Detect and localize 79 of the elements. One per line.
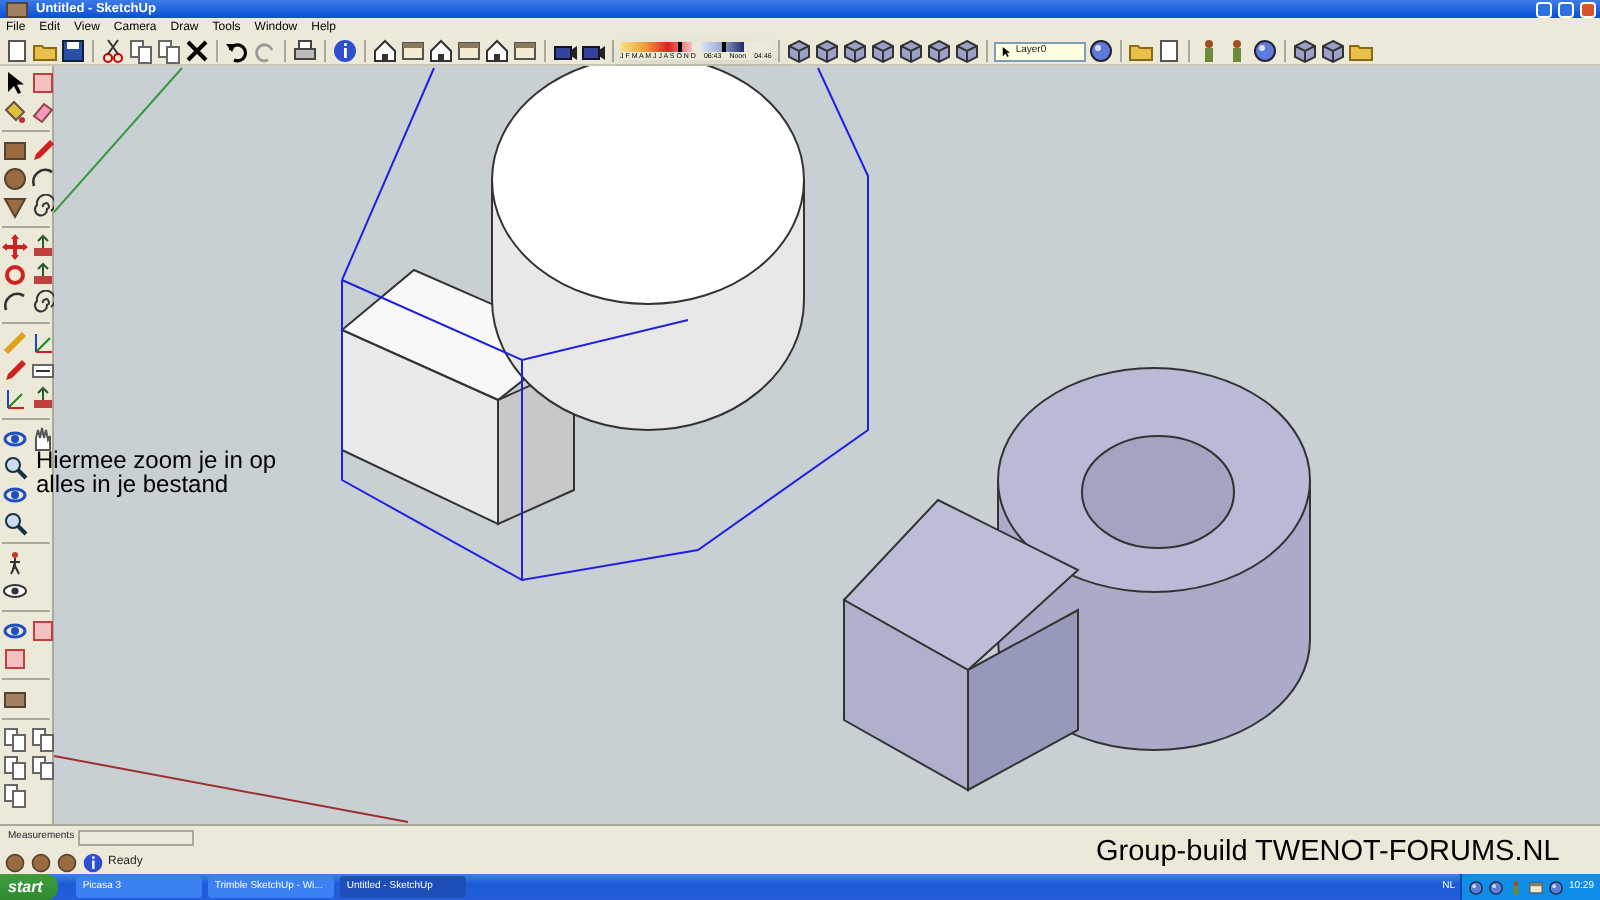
push-icon[interactable] [30,262,56,288]
cube-icon[interactable] [897,38,924,64]
sphere-icon[interactable] [1251,38,1278,64]
info-icon[interactable] [332,38,358,64]
ring-block-drawing[interactable] [842,367,1311,792]
scissors-icon[interactable] [100,38,126,64]
box-icon[interactable] [2,686,28,712]
section-icon[interactable] [30,618,56,644]
printer-icon[interactable] [292,38,318,64]
copy-icon[interactable] [128,38,154,64]
selected-cylinder-block-drawing[interactable] [340,66,869,582]
house-icon[interactable] [484,38,510,64]
cube-icon[interactable] [841,38,868,64]
cube-icon[interactable] [1319,38,1346,64]
sphere-icon[interactable] [1488,879,1505,895]
push-icon[interactable] [30,234,56,260]
box-icon [4,0,30,22]
cross-icon[interactable] [184,38,210,64]
maximize-button[interactable] [1558,1,1574,17]
text-icon[interactable] [30,358,56,384]
page-icon[interactable] [1155,38,1182,64]
circle-icon[interactable] [30,851,52,873]
spiral-icon[interactable] [30,290,56,316]
arc-icon[interactable] [30,166,56,192]
info-icon[interactable] [82,851,104,873]
bucket-icon[interactable] [2,98,28,124]
pencil-icon[interactable] [2,358,28,384]
copy-icon[interactable] [2,754,28,780]
sphere-icon[interactable] [1548,879,1565,895]
pencil-icon[interactable] [30,138,56,164]
eraser-icon[interactable] [30,98,56,124]
move-icon[interactable] [2,234,28,260]
window-icon[interactable] [1528,879,1545,895]
section-icon[interactable] [30,70,56,96]
section-icon[interactable] [2,646,28,672]
spiral-icon[interactable] [30,194,56,220]
sphere-icon[interactable] [1087,38,1114,64]
cube-icon[interactable] [869,38,896,64]
rect-icon[interactable] [2,138,28,164]
window-icon[interactable] [456,38,482,64]
start-button[interactable]: start [0,874,59,900]
caption-text: Group-build TWENOT-FORUMS.NL [1096,834,1560,872]
copy-icon[interactable] [30,754,56,780]
push-icon[interactable] [30,386,56,412]
house-icon[interactable] [372,38,398,64]
minimize-button[interactable] [1536,1,1552,17]
eye-icon[interactable] [2,578,28,604]
circle-icon[interactable] [4,851,26,873]
axes-icon[interactable] [2,386,28,412]
circle-icon[interactable] [56,851,78,873]
copy-icon[interactable] [2,782,28,808]
copy-icon[interactable] [2,726,28,752]
window-icon[interactable] [512,38,538,64]
arc-icon[interactable] [2,290,28,316]
rotate-icon[interactable] [2,262,28,288]
close-button[interactable] [1580,1,1596,17]
cube-icon[interactable] [813,38,840,64]
page-icon[interactable] [4,38,30,64]
annotation-text: Hiermee zoom je in op alles in je bestand [36,448,279,496]
house-icon[interactable] [428,38,454,64]
copy-icon[interactable] [156,38,182,64]
hand-icon[interactable] [30,426,56,452]
window-icon[interactable] [400,38,426,64]
axes-icon[interactable] [30,330,56,356]
cube-icon[interactable] [925,38,952,64]
arrow-icon [999,45,1012,57]
magnifier-icon[interactable] [2,454,28,480]
circle-icon[interactable] [2,166,28,192]
measurements-field[interactable] [78,830,195,846]
magnifier-icon[interactable] [2,510,28,536]
cube-icon[interactable] [1291,38,1318,64]
cube-icon[interactable] [953,38,980,64]
sphere-icon[interactable] [1468,879,1485,895]
date-slider-thumb[interactable] [677,42,682,52]
arrow-icon[interactable] [2,70,28,96]
copy-icon[interactable] [30,726,56,752]
triangle-icon[interactable] [2,194,28,220]
undo-icon[interactable] [224,38,250,64]
cube-icon[interactable] [785,38,812,64]
